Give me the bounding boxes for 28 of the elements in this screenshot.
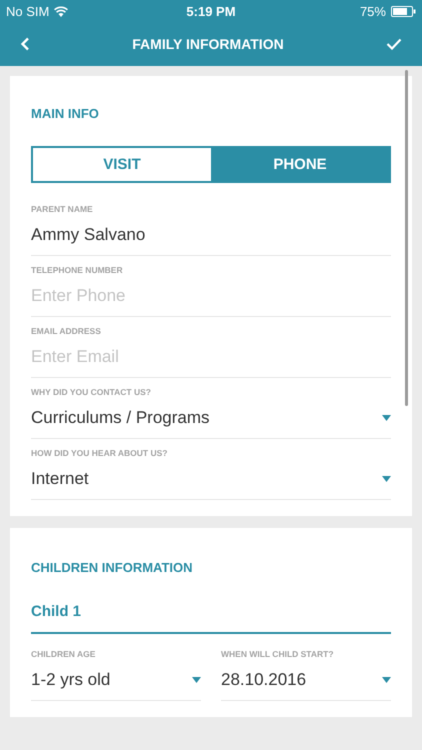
carrier-label: No SIM <box>6 4 50 18</box>
section-title: CHILDREN INFORMATION <box>31 560 194 577</box>
field-label: WHY DID YOU CONTACT US? <box>31 387 152 399</box>
battery-icon <box>390 6 416 16</box>
dropdown-arrow-icon <box>382 476 391 482</box>
field-label: TELEPHONE NUMBER <box>31 265 124 277</box>
dropdown-field[interactable]: Curriculums / Programs <box>31 401 391 438</box>
field-label: HOW DID YOU HEAR ABOUT US? <box>31 448 168 460</box>
field-label: PARENT NAME <box>31 204 94 216</box>
wifi-icon <box>54 6 68 16</box>
dropdown-arrow-icon <box>382 414 391 420</box>
battery-percent: 75% <box>360 4 386 18</box>
checkmark-icon <box>386 38 402 50</box>
dropdown-arrow-icon <box>192 676 201 682</box>
section-title: MAIN INFO <box>31 106 100 123</box>
child-heading: Child 1 <box>31 603 391 634</box>
field-label: EMAIL ADDRESS <box>31 326 102 338</box>
dropdown-field[interactable]: 28.10.2016 <box>221 663 391 700</box>
dropdown-field[interactable]: Internet <box>31 462 391 499</box>
field-label: CHILDREN AGE <box>31 649 96 661</box>
segment-tab[interactable]: PHONE <box>211 148 389 181</box>
dropdown-arrow-icon <box>382 676 391 682</box>
input-field[interactable]: Ammy Salvano <box>31 218 391 255</box>
dropdown-field[interactable]: 1-2 yrs old <box>31 663 201 700</box>
field-label: WHEN WILL CHILD START? <box>221 649 335 661</box>
clock-time: 5:19 PM <box>186 4 236 18</box>
back-icon <box>20 37 30 51</box>
screen-title: FAMILY INFORMATION <box>132 36 284 52</box>
